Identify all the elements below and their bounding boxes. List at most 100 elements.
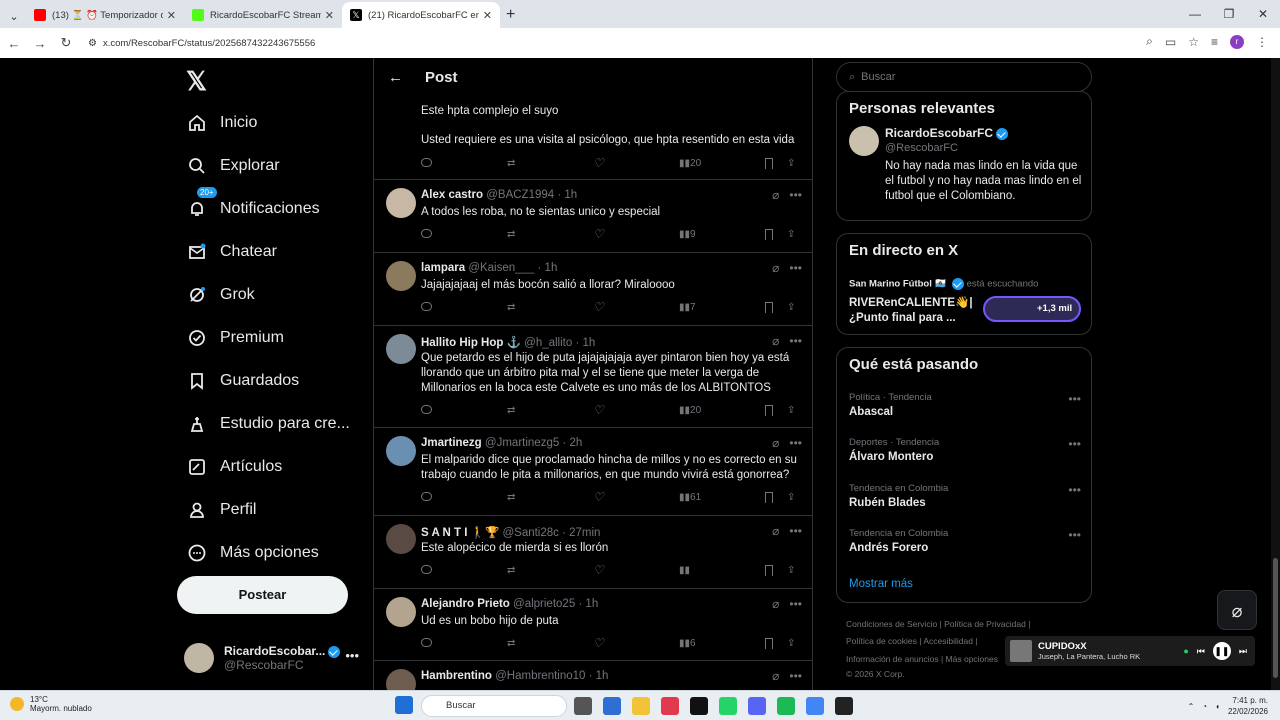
like-icon[interactable]: ♡ [593,564,605,577]
like-icon[interactable]: ♡ [593,301,605,314]
more-dots-icon[interactable]: ••• [789,597,802,611]
live-listeners-pill[interactable]: +1,3 mil [983,296,1081,322]
views-icon[interactable]: ▮▮ 20 [679,405,701,416]
bookmark-icon[interactable] [765,405,773,419]
grok-icon[interactable]: ⌀ [772,597,779,611]
tweet-reply[interactable]: S A N T I 🚶🏆 @Santi28c · 27min ⌀ ••• Este a… [374,516,812,589]
site-info-icon[interactable]: ⚙ [88,38,97,49]
back-icon[interactable]: ← [2,36,26,51]
share-icon[interactable]: ⇪ [787,405,795,416]
task-view-icon[interactable] [574,697,592,715]
media-app-icon[interactable] [603,697,621,715]
like-icon[interactable]: ♡ [593,157,605,170]
share-icon[interactable]: ⇪ [787,492,795,503]
url-field[interactable]: ⚙ x.com/RescobarFC/status/20256874322436… [88,38,315,49]
like-icon[interactable]: ♡ [593,228,605,241]
grok-icon[interactable]: ⌀ [772,436,779,450]
more-dots-icon[interactable]: ••• [1068,483,1081,497]
avatar[interactable] [386,188,416,218]
tiktok-icon[interactable] [690,697,708,715]
avatar[interactable] [386,524,416,554]
close-tab-icon[interactable]: ✕ [483,9,492,22]
share-icon[interactable]: ⇪ [787,229,795,240]
close-tab-icon[interactable]: ✕ [325,9,334,22]
live-space-title[interactable]: RIVERenCALIENTE👋| ¿Punto final para ... [849,296,979,326]
reload-icon[interactable]: ↻ [54,35,78,51]
like-icon[interactable]: ♡ [593,404,605,417]
zoom-icon[interactable]: ⌕ [1146,34,1153,49]
author-name[interactable]: S A N T I 🚶🏆 [421,527,499,539]
grok-icon[interactable]: ⌀ [772,524,779,538]
more-dots-icon[interactable]: ••• [789,261,802,275]
tweet-reply[interactable]: lampara @Kaisen___ · 1h ⌀ ••• Jajajajajaaj … [374,253,812,326]
grok-floating-button[interactable]: ⌀ [1217,590,1257,630]
views-icon[interactable]: ▮▮ 20 [679,158,701,169]
reply-icon[interactable] [421,565,432,577]
back-arrow-icon[interactable]: ← [388,69,403,86]
chrome-icon[interactable] [806,697,824,715]
more-dots-icon[interactable]: ••• [1068,437,1081,451]
network-icon[interactable]: ◔ [1202,702,1207,711]
nav-premium[interactable]: Premium [186,327,284,349]
nav-perfil[interactable]: Perfil [186,499,256,521]
author-name[interactable]: Hallito Hip Hop ⚓ [421,337,521,349]
nav-inicio[interactable]: Inicio [186,112,257,134]
grok-icon[interactable]: ⌀ [772,669,779,683]
search-input[interactable]: ⌕ Buscar [836,62,1092,92]
nav-articulos[interactable]: Artículos [186,456,282,478]
retweet-icon[interactable]: ⇄ [507,302,515,313]
views-icon[interactable]: ▮▮ 9 [679,229,696,240]
weather-widget[interactable]: 13°C Mayorm. nublado [10,695,92,713]
more-dots-icon[interactable]: ••• [1068,528,1081,542]
footer-links[interactable]: Información de anuncios | Más opciones [846,654,998,664]
whatsapp-icon[interactable] [719,697,737,715]
more-dots-icon[interactable]: ••• [789,334,802,348]
tweet-reply[interactable]: Hallito Hip Hop ⚓ @h_allito · 1h ⌀ ••• Que … [374,326,812,428]
nav-estudio[interactable]: Estudio para cre... [186,413,350,435]
share-icon[interactable]: ⇪ [787,158,795,169]
show-more-link[interactable]: Mostrar más [849,578,913,590]
avatar[interactable] [386,334,416,364]
tweet-reply[interactable]: Alex castro @BACZ1994 · 1h ⌀ ••• A todos le… [374,180,812,253]
next-track-icon[interactable]: ⏭ [1239,646,1247,657]
tray-icon[interactable]: ⌃ [1188,702,1195,711]
relevant-name[interactable]: RicardoEscobarFC [885,126,993,140]
retweet-icon[interactable]: ⇄ [507,492,515,503]
minimize-icon[interactable]: — [1178,0,1212,28]
views-icon[interactable]: ▮▮ 61 [679,492,701,503]
tweet-reply[interactable]: Jmartinezg @Jmartinezg5 · 2h ⌀ ••• El malpa… [374,428,812,516]
author-name[interactable]: Alejandro Prieto [421,598,510,610]
scrollbar-thumb[interactable] [1273,558,1278,678]
reply-icon[interactable] [421,158,432,170]
reply-icon[interactable] [421,638,432,650]
tab-search-icon[interactable]: ⌄ [2,4,26,28]
more-dots-icon[interactable]: ••• [1068,392,1081,406]
pause-icon[interactable]: ❚❚ [1212,642,1231,660]
trend-item[interactable]: Política · Tendencia Abascal ••• [849,392,1081,418]
trend-item[interactable]: Tendencia en Colombia Rubén Blades ••• [849,483,1081,509]
share-icon[interactable]: ⇪ [787,302,795,313]
x-logo-icon[interactable]: 𝕏 [186,66,207,97]
forward-icon[interactable]: → [28,36,52,51]
retweet-icon[interactable]: ⇄ [507,158,515,169]
nav-guardados[interactable]: Guardados [186,370,299,392]
nav-mas-opciones[interactable]: Más opciones [186,542,319,564]
liked-icon[interactable]: ● [1183,646,1188,656]
more-dots-icon[interactable]: ••• [345,648,359,663]
like-icon[interactable]: ♡ [593,637,605,650]
avatar[interactable] [386,261,416,291]
reply-icon[interactable] [421,405,432,417]
bookmark-icon[interactable] [765,492,773,506]
author-name[interactable]: lampara [421,262,465,274]
trend-item[interactable]: Deportes · Tendencia Álvaro Montero ••• [849,437,1081,463]
maximize-icon[interactable]: ❐ [1212,0,1246,28]
author-name[interactable]: Alex castro [421,189,483,201]
reply-icon[interactable] [421,229,432,241]
close-window-icon[interactable]: ✕ [1246,0,1280,28]
discord-icon[interactable] [748,697,766,715]
app-icon[interactable] [835,697,853,715]
bookmark-icon[interactable] [765,638,773,652]
post-button[interactable]: Postear [177,576,348,614]
author-name[interactable]: Jmartinezg [421,437,482,449]
new-tab-icon[interactable]: + [506,2,515,28]
